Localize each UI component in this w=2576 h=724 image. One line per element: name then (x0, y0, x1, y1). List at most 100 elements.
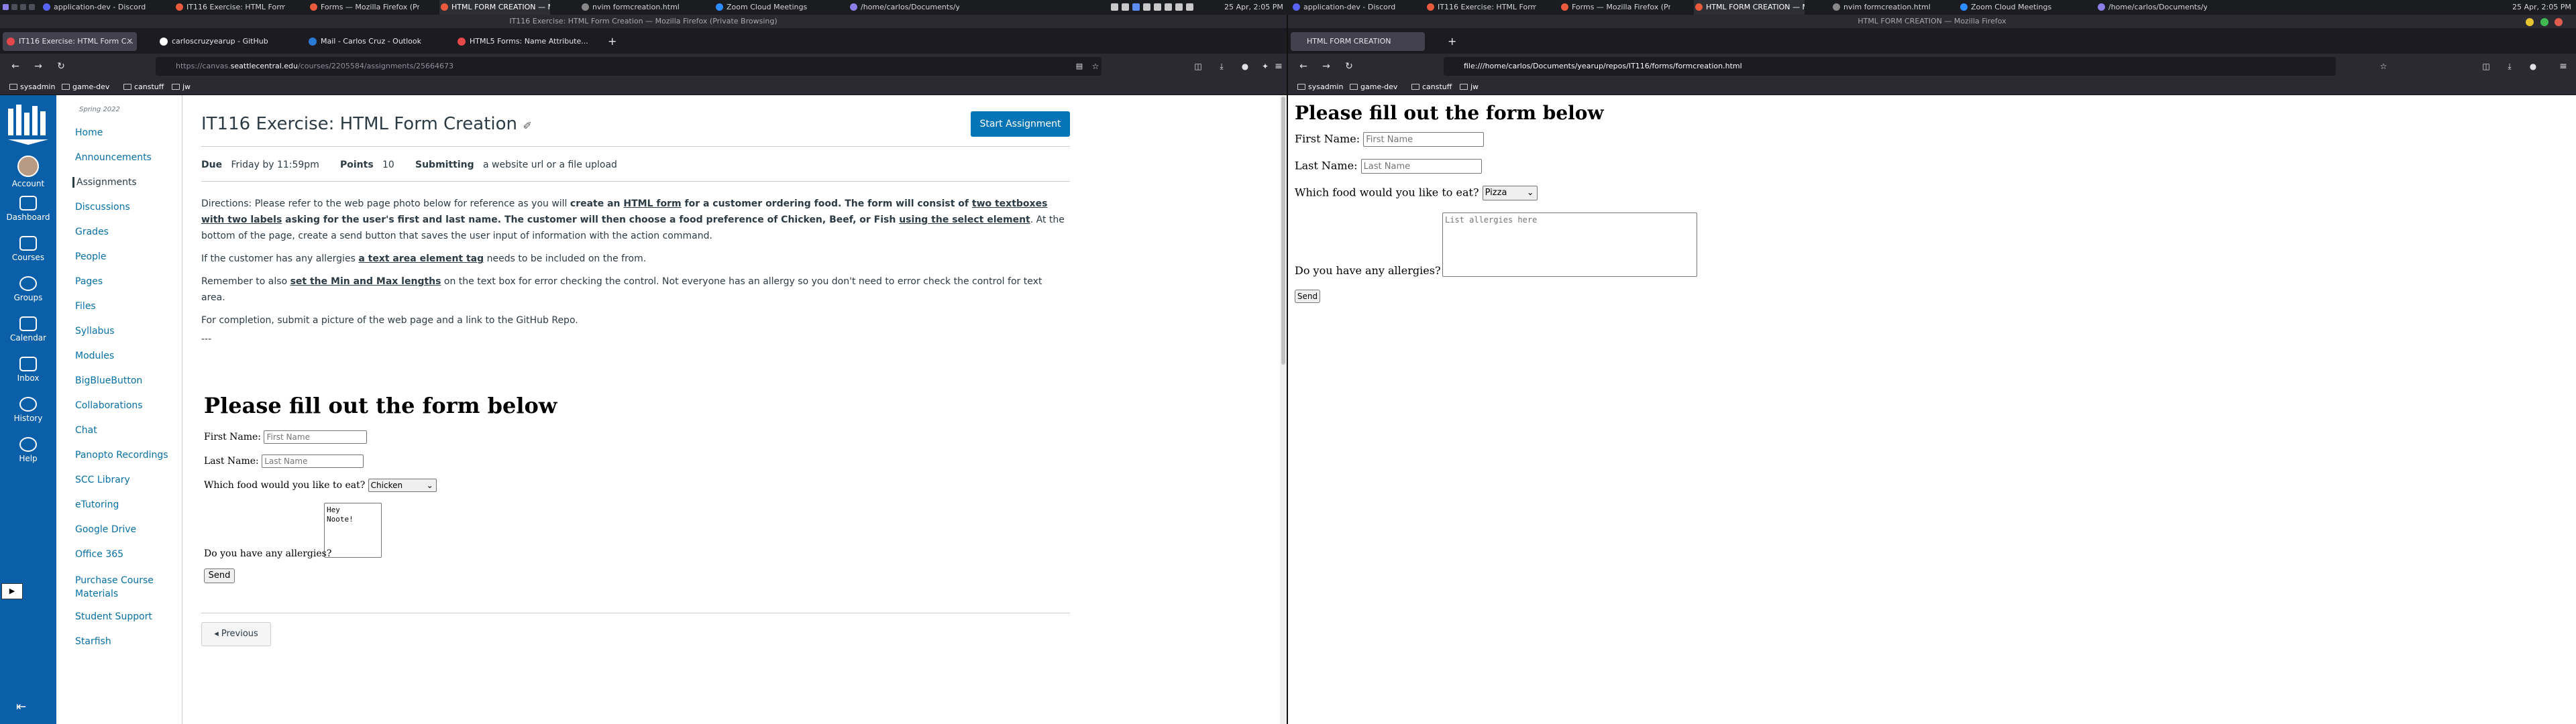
menu-bigbluebutton[interactable]: BigBlueButton (75, 375, 142, 386)
maximize-button[interactable] (2540, 18, 2548, 26)
first-name-input[interactable] (1363, 132, 1485, 147)
new-tab-button[interactable]: + (602, 32, 620, 51)
menu-chat[interactable]: Chat (75, 425, 97, 436)
bookmark-folder[interactable]: sysadmin (9, 82, 55, 93)
reload-icon[interactable]: ↻ (1342, 59, 1356, 74)
taskbar-item[interactable]: application-dev - Discord (1291, 0, 1402, 15)
menu-pages[interactable]: Pages (75, 276, 103, 287)
bookmark-folder[interactable]: jw (172, 82, 191, 93)
taskbar-item[interactable]: nvim formcreation.html (1831, 0, 1942, 15)
taskbar-item[interactable]: Forms — Mozilla Firefox (Priva... (309, 0, 419, 15)
tab-outlook[interactable]: Mail - Carlos Cruz - Outlook (305, 32, 439, 51)
menu-modules[interactable]: Modules (75, 351, 114, 361)
download-icon[interactable]: ⤓ (1214, 59, 1229, 74)
menu-announcements[interactable]: Announcements (75, 152, 152, 163)
nav-inbox[interactable]: Inbox (0, 357, 56, 383)
download-icon[interactable]: ⤓ (2502, 59, 2517, 74)
minimize-button[interactable] (2526, 18, 2534, 26)
menu-grades[interactable]: Grades (75, 227, 109, 237)
reader-view-icon[interactable]: ▤ (1072, 59, 1087, 74)
taskbar-item[interactable]: Zoom Cloud Meetings (714, 0, 825, 15)
network-icon[interactable] (1165, 3, 1172, 11)
menu-purchase-course-materials[interactable]: Purchase Course Materials (75, 574, 169, 601)
nav-dashboard[interactable]: Dashboard (0, 196, 56, 222)
bookmark-folder[interactable]: game-dev (1350, 82, 1397, 93)
menu-etutoring[interactable]: eTutoring (75, 499, 119, 510)
brightness-icon[interactable] (1186, 3, 1193, 11)
menu-icon[interactable]: ≡ (2556, 59, 2571, 74)
url-bar[interactable]: file:///home/carlos/Documents/yearup/rep… (1444, 57, 2336, 76)
bookmark-folder[interactable]: canstuff (123, 82, 164, 93)
bookmark-star-icon[interactable]: ☆ (2376, 59, 2391, 74)
nav-groups[interactable]: Groups (0, 276, 56, 302)
nav-courses[interactable]: Courses (0, 236, 56, 262)
tray-icon[interactable] (1122, 3, 1129, 11)
bookmark-star-icon[interactable]: ☆ (1088, 59, 1103, 74)
bookmark-folder[interactable]: canstuff (1411, 82, 1452, 93)
menu-people[interactable]: People (75, 251, 107, 262)
taskbar-item[interactable]: /home/carlos/Documents/ye... (2096, 0, 2207, 15)
allergy-textarea[interactable] (1442, 213, 1697, 277)
workspace-switcher[interactable] (1, 0, 36, 15)
menu-home[interactable]: Home (75, 127, 103, 138)
menu-student-support[interactable]: Student Support (75, 611, 152, 622)
collapse-nav-icon[interactable]: ⇤ (16, 700, 26, 714)
tab-github[interactable]: carloscruzyearup - GitHub (156, 32, 290, 51)
nav-account[interactable]: Account (0, 156, 56, 188)
menu-syllabus[interactable]: Syllabus (75, 326, 115, 337)
school-logo[interactable] (4, 99, 52, 147)
tab-html5-forms[interactable]: HTML5 Forms: Name Attribute... (453, 32, 588, 51)
taskbar-item[interactable]: IT116 Exercise: HTML Form C... (174, 0, 285, 15)
taskbar-item[interactable]: IT116 Exercise: HTML Form C... (1426, 0, 1536, 15)
pocket-icon[interactable]: ◫ (1191, 59, 1205, 74)
taskbar-item[interactable]: Zoom Cloud Meetings (1959, 0, 2070, 15)
nav-help[interactable]: Help (0, 437, 56, 463)
menu-starfish[interactable]: Starfish (75, 636, 111, 647)
new-tab-button[interactable]: + (1442, 32, 1460, 51)
bookmark-folder[interactable]: jw (1460, 82, 1479, 93)
clock[interactable]: 25 Apr, 2:05 PM (2512, 0, 2576, 15)
taskbar-item[interactable]: nvim formcreation.html (580, 0, 691, 15)
nav-history[interactable]: History (0, 397, 56, 423)
close-button[interactable] (2555, 18, 2563, 26)
menu-assignments[interactable]: Assignments (72, 177, 137, 188)
play-icon[interactable]: ▶ (1, 583, 23, 599)
menu-office-365[interactable]: Office 365 (75, 549, 123, 560)
forward-icon[interactable]: → (1319, 59, 1334, 74)
taskbar-item[interactable]: /home/carlos/Documents/ye... (849, 0, 959, 15)
start-assignment-button[interactable]: Start Assignment (971, 111, 1070, 137)
previous-button[interactable]: ◂ Previous (201, 622, 271, 646)
menu-files[interactable]: Files (75, 301, 96, 312)
zoom-tray-icon[interactable] (1132, 3, 1140, 11)
send-button[interactable]: Send (1295, 290, 1320, 303)
menu-collaborations[interactable]: Collaborations (75, 400, 143, 411)
pocket-icon[interactable]: ◫ (2479, 59, 2493, 74)
taskbar-item[interactable]: HTML FORM CREATION — Mo... (439, 0, 550, 15)
scrollbar[interactable] (1280, 95, 1287, 724)
food-select[interactable]: Pizza ⌄ (1482, 186, 1538, 200)
bookmark-folder[interactable]: sysadmin (1297, 82, 1343, 93)
back-icon[interactable]: ← (8, 59, 23, 74)
menu-icon[interactable]: ≡ (1271, 59, 1286, 74)
menu-scc-library[interactable]: SCC Library (75, 475, 130, 485)
taskbar-item[interactable]: application-dev - Discord (42, 0, 152, 15)
bookmark-folder[interactable]: game-dev (62, 82, 109, 93)
menu-discussions[interactable]: Discussions (75, 202, 130, 213)
taskbar-item[interactable]: HTML FORM CREATION — Mo... (1694, 0, 1805, 15)
tab-it116[interactable]: IT116 Exercise: HTML Form C... ✕ (3, 32, 137, 51)
discord-tray-icon[interactable] (1111, 3, 1118, 11)
reload-icon[interactable]: ↻ (54, 59, 68, 74)
tab-html-form-creation[interactable]: HTML FORM CREATION (1291, 32, 1425, 51)
volume-icon[interactable] (1175, 3, 1183, 11)
back-icon[interactable]: ← (1296, 59, 1311, 74)
nav-calendar[interactable]: Calendar (0, 316, 56, 343)
last-name-input[interactable] (1360, 159, 1482, 174)
account-icon[interactable]: ● (1238, 59, 1252, 74)
clock[interactable]: 25 Apr, 2:05 PM (1224, 0, 1291, 15)
menu-panopto[interactable]: Panopto Recordings (75, 450, 168, 461)
extensions-icon[interactable]: ✦ (1258, 59, 1273, 74)
forward-icon[interactable]: → (31, 59, 46, 74)
bluetooth-icon[interactable] (1143, 3, 1150, 11)
account-icon[interactable]: ● (2526, 59, 2540, 74)
menu-google-drive[interactable]: Google Drive (75, 524, 136, 535)
